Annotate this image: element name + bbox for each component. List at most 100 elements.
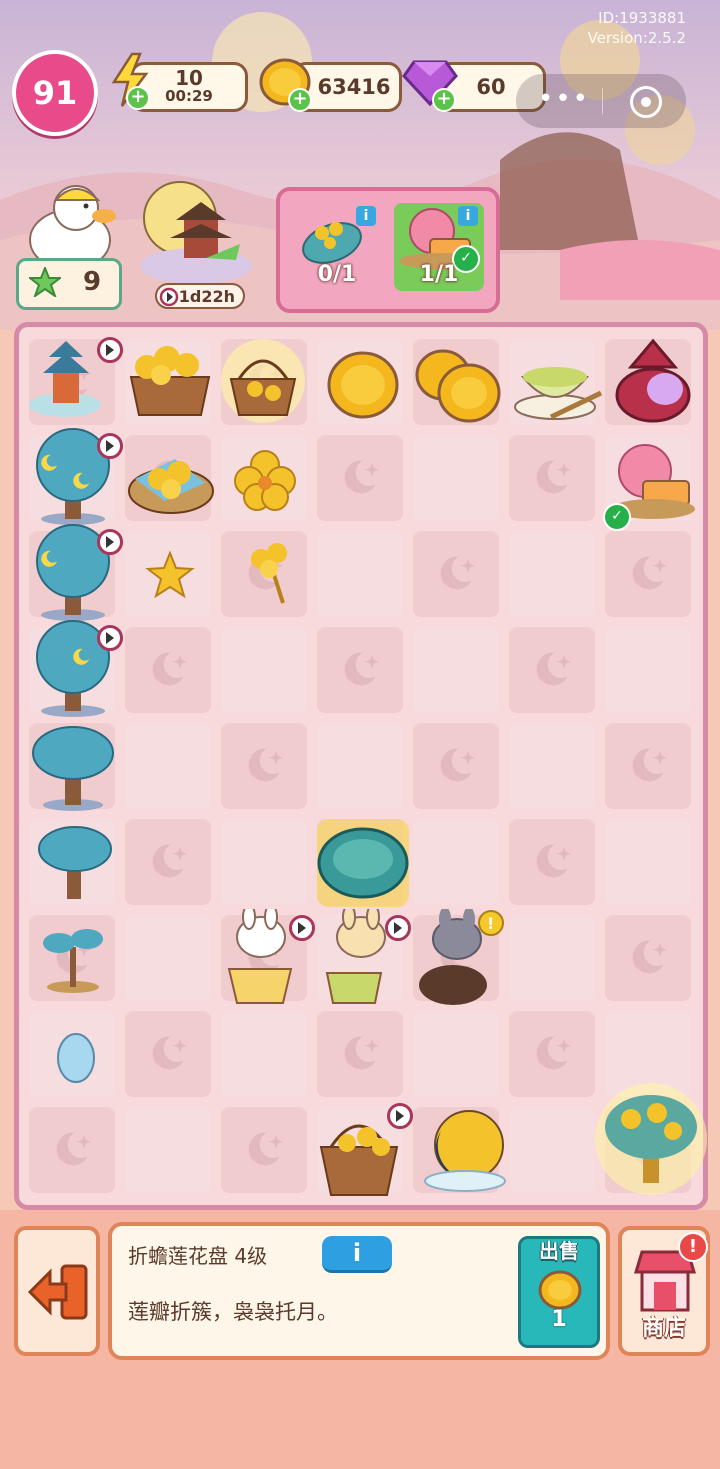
event-pavilion-icon[interactable] [136, 178, 256, 288]
moon-placeholder-icon [152, 844, 188, 878]
sapling-icon[interactable] [37, 917, 107, 997]
board-cell[interactable] [605, 627, 691, 713]
board-cell[interactable] [125, 819, 211, 905]
energy-value: 10 [175, 66, 203, 90]
board-cell[interactable] [125, 915, 211, 1001]
moon-placeholder-icon [152, 1036, 188, 1070]
order-slot-2[interactable]: i ✓ 1/1 [394, 203, 484, 291]
board-cell[interactable] [317, 435, 403, 521]
board-cell[interactable] [317, 1011, 403, 1097]
cooldown-clock-icon [97, 529, 123, 555]
moon-placeholder-icon [440, 748, 476, 782]
moon-placeholder-icon [56, 1132, 92, 1166]
teal-tree-icon[interactable] [31, 723, 115, 813]
seed-icon[interactable] [53, 1031, 99, 1085]
order-slot-1[interactable]: i 0/1 [292, 203, 382, 291]
board-cell[interactable] [509, 435, 595, 521]
osmanthus-soup-icon[interactable] [511, 347, 605, 423]
board-cell[interactable] [509, 627, 595, 713]
gem-value: 60 [476, 75, 506, 99]
board-cell[interactable] [413, 627, 499, 713]
moon-placeholder-icon [536, 1036, 572, 1070]
glowing-basket-icon[interactable] [215, 335, 311, 427]
coin-icon [538, 1270, 582, 1310]
add-coins-button[interactable]: + [288, 88, 312, 112]
board-cell[interactable] [605, 723, 691, 809]
board-cell[interactable] [605, 915, 691, 1001]
moon-placeholder-icon [536, 460, 572, 494]
osmanthus-basket-icon[interactable] [123, 337, 217, 421]
sell-button[interactable]: 出售 1 [518, 1236, 600, 1348]
moon-placeholder-icon [632, 940, 668, 974]
osmanthus-sprig-icon[interactable] [239, 539, 299, 609]
close-program-icon[interactable] [630, 86, 662, 118]
board-cell[interactable] [509, 1107, 595, 1193]
lantern-cauldron-icon[interactable] [607, 327, 697, 427]
cooldown-clock-icon [97, 625, 123, 651]
more-menu-icon[interactable]: ••• [538, 84, 590, 114]
item-info-button[interactable]: i [322, 1236, 392, 1273]
coin-value: 63416 [317, 75, 391, 99]
coin-item-icon[interactable] [325, 349, 401, 421]
cooldown-clock-icon [385, 915, 411, 941]
board-cell[interactable] [29, 1107, 115, 1193]
shop-button[interactable]: ! 商店 [618, 1226, 710, 1356]
board-cell[interactable] [317, 627, 403, 713]
shop-alert-badge: ! [678, 1232, 708, 1262]
board-cell[interactable] [125, 1011, 211, 1097]
add-energy-button[interactable]: + [126, 86, 150, 110]
board-cell[interactable] [221, 1107, 307, 1193]
moon-cloud-icon[interactable] [419, 1107, 519, 1197]
event-timer: 1d22h [178, 286, 235, 306]
board-cell[interactable] [413, 1011, 499, 1097]
board-cell[interactable] [413, 531, 499, 617]
add-gems-button[interactable]: + [432, 88, 456, 112]
svg-text:!: ! [487, 914, 494, 933]
board-cell[interactable] [413, 819, 499, 905]
board-cell[interactable] [221, 1011, 307, 1097]
board-cell[interactable] [509, 723, 595, 809]
moon-placeholder-icon [536, 844, 572, 878]
board-cell[interactable] [317, 723, 403, 809]
player-level-badge[interactable]: 91 [12, 50, 98, 136]
osmanthus-flower-icon[interactable] [225, 441, 305, 521]
coin-stack-icon[interactable] [413, 345, 505, 425]
duck-avatar-icon[interactable] [20, 180, 120, 270]
star-level-badge[interactable]: 9 [16, 258, 122, 310]
energy-timer: 00:29 [165, 87, 213, 105]
board-cell[interactable] [125, 723, 211, 809]
order-count: 1/1 [419, 262, 459, 287]
osmanthus-petal-icon[interactable] [145, 551, 195, 599]
board-cell[interactable] [221, 819, 307, 905]
board-cell[interactable] [509, 1011, 595, 1097]
gray-bunny-icon[interactable]: ! [413, 909, 509, 1009]
board-cell[interactable] [125, 627, 211, 713]
board-cell[interactable] [221, 627, 307, 713]
osmanthus-tray-icon[interactable] [125, 439, 217, 519]
board-cell[interactable] [317, 531, 403, 617]
selected-item-name: 折蟾莲花盘 4级 [128, 1244, 268, 1268]
board-cell[interactable] [125, 1107, 211, 1193]
board-cell[interactable] [221, 723, 307, 809]
moon-placeholder-icon [248, 748, 284, 782]
board-cell[interactable] [605, 531, 691, 617]
exit-button[interactable] [14, 1226, 100, 1356]
order-info-icon[interactable]: i [356, 206, 376, 226]
board-cell[interactable] [605, 819, 691, 905]
clock-icon [159, 287, 179, 307]
board-cell[interactable] [509, 915, 595, 1001]
board-cell[interactable] [413, 723, 499, 809]
player-level: 91 [32, 74, 78, 112]
order-info-icon[interactable]: i [458, 206, 478, 226]
sell-price: 1 [551, 1307, 567, 1332]
star-level: 9 [83, 267, 102, 297]
small-tree-icon[interactable] [35, 821, 115, 905]
board-cell[interactable] [413, 435, 499, 521]
board-cell[interactable] [509, 531, 595, 617]
event-timer-badge: 1d22h [155, 283, 245, 309]
cooldown-clock-icon [97, 337, 123, 363]
golden-osmanthus-tree-icon[interactable] [591, 1079, 711, 1199]
lotus-plate-icon[interactable] [313, 815, 413, 911]
board-cell[interactable] [509, 819, 595, 905]
mini-program-capsule: ••• [516, 74, 686, 128]
